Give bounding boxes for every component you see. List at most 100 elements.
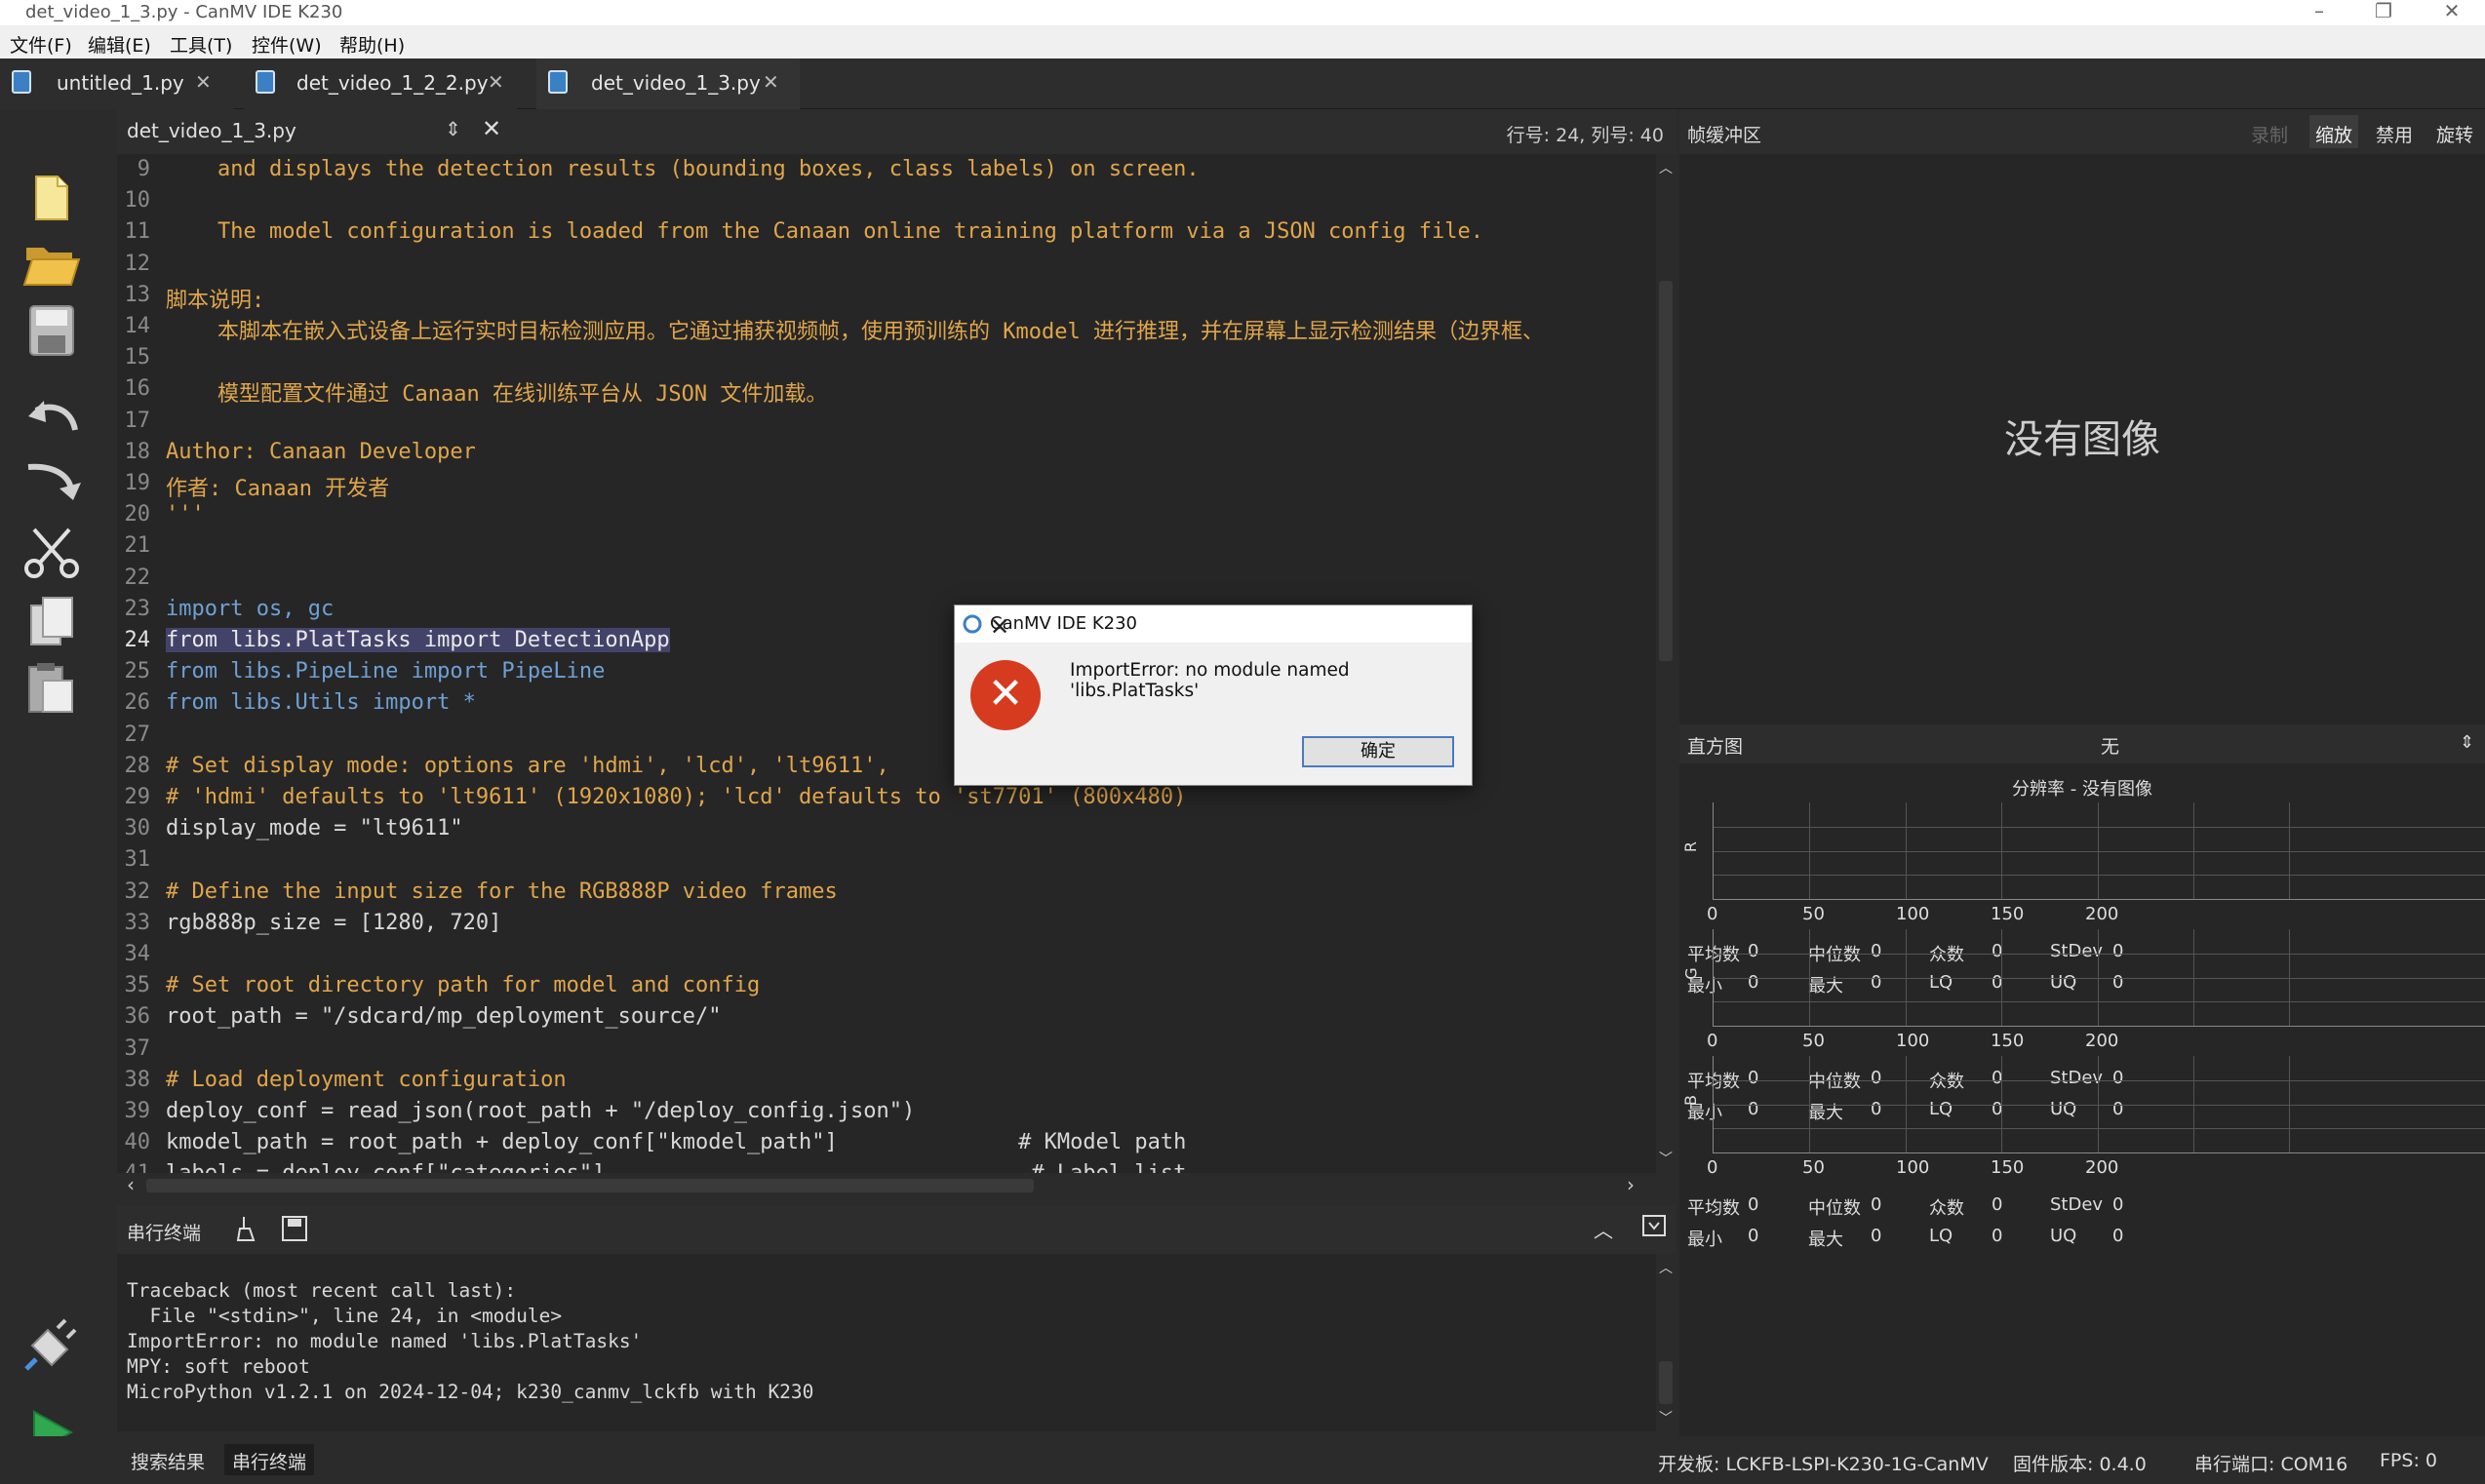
histogram-plot-b [1713,1056,2485,1153]
tab-det-video-1-2-2[interactable]: det_video_1_2_2.py ✕ [244,59,517,109]
resolution-label: 分辨率 - 没有图像 [2012,779,2152,800]
grid-line [1714,953,2485,955]
close-file-icon[interactable]: ✕ [482,115,501,142]
stat-value-max: 0 [1871,1226,1882,1246]
grid-line [1714,875,2485,877]
x-tick-label: 100 [1896,904,1930,924]
histogram-label: 直方图 [1687,736,1744,758]
stat-label-mean: 平均数 [1687,1198,1740,1219]
menu-help[interactable]: 帮助(H) [339,31,405,58]
stat-label-max: 最大 [1808,1230,1843,1250]
close-tab-icon[interactable]: ✕ [488,70,504,94]
channel-label: G [1681,967,1701,980]
scroll-up-icon[interactable]: ︿ [1659,1258,1673,1277]
cut-icon[interactable] [20,523,84,583]
tab-untitled[interactable]: untitled_1.py ✕ [0,59,234,109]
rotate-button[interactable]: 旋转 [2436,121,2473,147]
line-number: 35 [124,973,151,998]
menu-widgets[interactable]: 控件(W) [252,31,322,58]
line-number: 22 [124,565,151,590]
terminal-scrollbar[interactable]: ︿ ﹀ [1656,1254,1676,1431]
stat-label-uq: UQ [2050,1226,2077,1246]
serial-terminal-tab[interactable]: 串行终端 [224,1444,315,1475]
scroll-up-icon[interactable]: ︿ [1659,158,1673,177]
tab-det-video-1-3[interactable]: det_video_1_3.py ✕ [536,59,800,109]
open-folder-icon[interactable] [20,234,84,294]
line-number: 9 [137,157,150,181]
framebuffer-view: 没有图像 [1679,154,2485,724]
menu-file[interactable]: 文件(F) [10,31,72,58]
search-results-tab[interactable]: 搜索结果 [123,1444,213,1475]
x-tick-label: 50 [1802,1157,1825,1178]
close-icon[interactable]: ✕ [2423,0,2481,25]
fps-readout: FPS: 0 [2380,1450,2437,1471]
line-number: 11 [124,219,151,245]
zoom-button[interactable]: 缩放 [2309,115,2359,148]
scroll-thumb[interactable] [146,1179,1034,1192]
panel-menu-icon[interactable] [1642,1215,1666,1241]
disable-button[interactable]: 禁用 [2376,121,2413,147]
connect-icon[interactable] [20,1314,84,1375]
scroll-right-icon[interactable]: › [1627,1173,1635,1196]
paste-icon[interactable] [20,657,84,718]
terminal-line: File "<stdin>", line 24, in <module> [127,1305,563,1327]
stat-label-min: 最小 [1687,1230,1722,1250]
menu-tools[interactable]: 工具(T) [170,31,232,58]
x-tick-label: 100 [1896,1031,1930,1051]
x-tick-label: 50 [1802,1031,1825,1051]
editor-horizontal-scrollbar[interactable]: ‹ › [117,1173,1656,1200]
serial-port: 串行端口: COM16 [2194,1454,2348,1475]
line-number: 12 [124,251,151,276]
scroll-thumb[interactable] [1659,1361,1673,1404]
close-tab-icon[interactable]: ✕ [195,70,212,94]
firmware-version: 固件版本: 0.4.0 [2013,1454,2147,1475]
editor-vertical-scrollbar[interactable]: ︿ ﹀ [1656,154,1676,1173]
code-line: labels = deploy_conf["categories"] # Lab… [166,1161,1186,1173]
close-tab-icon[interactable]: ✕ [763,70,779,94]
histogram-header: 直方图 无 ⇕ [1679,724,2485,763]
scroll-down-icon[interactable]: ﹀ [1659,1149,1673,1168]
python-file-icon [548,70,568,94]
stat-value-uq: 0 [2112,1226,2124,1246]
file-selector-arrows-icon[interactable]: ⇕ [445,117,461,140]
terminal-line: ImportError: no module named 'libs.PlatT… [127,1330,643,1352]
grid-line [1714,826,2485,828]
expand-up-icon[interactable]: ︿ [1594,1215,1613,1243]
minimize-icon[interactable]: – [2290,0,2348,25]
line-number: 14 [124,314,151,338]
save-log-icon[interactable] [281,1215,308,1247]
grid-line [1714,850,2485,852]
channel-label: R [1681,840,1701,853]
x-tick-label: 150 [1991,1157,2025,1178]
line-number: 17 [124,408,151,433]
channel-label: B [1680,1095,1700,1106]
clear-terminal-icon[interactable] [234,1215,261,1247]
line-number: 24 [124,628,151,652]
undo-icon[interactable] [20,384,84,445]
line-number: 16 [124,376,151,402]
save-icon[interactable] [20,300,84,361]
maximize-icon[interactable]: ❐ [2354,0,2413,25]
redo-icon[interactable] [20,450,84,511]
histogram-mode-select[interactable]: 无 [2101,732,2119,759]
code-line: Author: Canaan Developer [166,439,476,464]
terminal-line: MicroPython v1.2.1 on 2024-12-04; k230_c… [127,1381,814,1403]
serial-terminal-output[interactable]: Traceback (most recent call last): File … [117,1254,1656,1431]
new-file-icon[interactable] [20,168,84,228]
code-line: from libs.PipeLine import PipeLine [166,659,606,684]
code-line: 脚本说明: [166,288,265,313]
dialog-close-icon[interactable]: ✕ [990,613,1460,641]
record-button[interactable]: 录制 [2251,121,2288,147]
stat-value-mean: 0 [1748,1194,1759,1215]
terminal-header: 串行终端 ︿ [117,1205,1676,1254]
line-number: 29 [124,785,151,809]
menu-edit[interactable]: 编辑(E) [88,31,151,58]
scroll-down-icon[interactable]: ﹀ [1659,1408,1673,1427]
grid-line [1714,1128,2485,1130]
ok-button[interactable]: 确定 [1302,736,1454,767]
scroll-thumb[interactable] [1659,281,1673,661]
scroll-left-icon[interactable]: ‹ [127,1173,135,1196]
copy-icon[interactable] [20,591,84,651]
framebuffer-title: 帧缓冲区 [1687,125,1762,146]
select-arrows-icon[interactable]: ⇕ [2460,732,2474,753]
